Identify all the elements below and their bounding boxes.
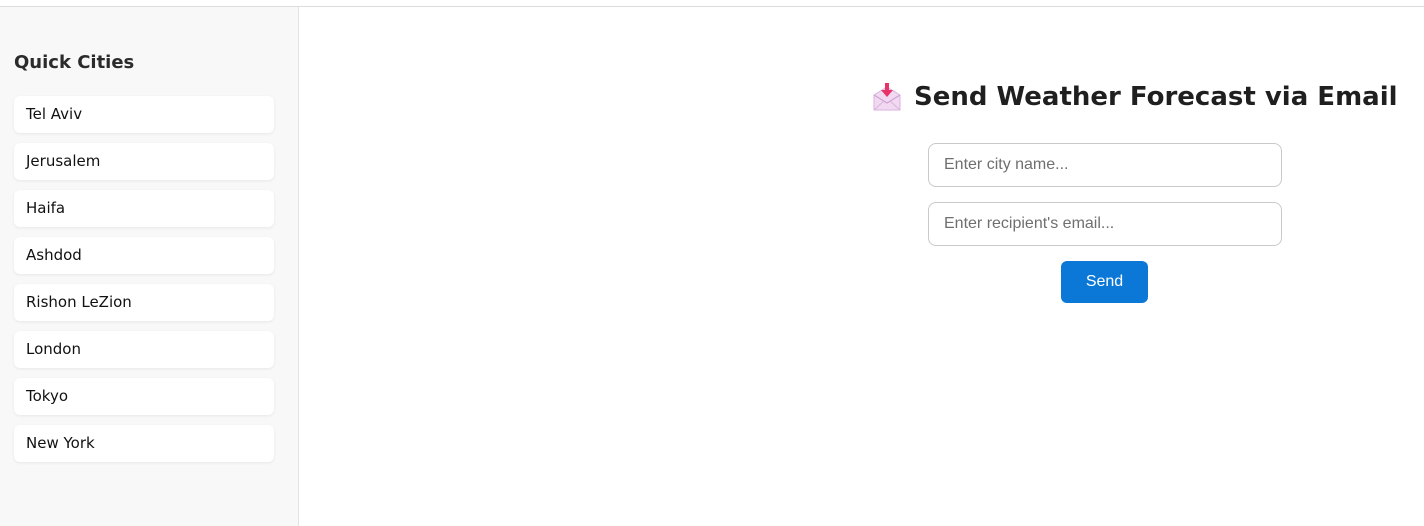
sidebar: Quick Cities Tel Aviv Jerusalem Haifa As… (0, 7, 299, 526)
city-item[interactable]: Ashdod (14, 237, 274, 274)
send-button[interactable]: Send (1061, 261, 1148, 303)
incoming-envelope-icon (872, 82, 902, 112)
city-item[interactable]: Jerusalem (14, 143, 274, 180)
sidebar-title: Quick Cities (14, 52, 135, 73)
city-item[interactable]: New York (14, 425, 274, 462)
city-list: Tel Aviv Jerusalem Haifa Ashdod Rishon L… (14, 96, 274, 472)
city-item[interactable]: Haifa (14, 190, 274, 227)
email-input[interactable] (928, 202, 1282, 246)
main-panel: Send Weather Forecast via Email Send (300, 7, 1424, 526)
city-input[interactable] (928, 143, 1282, 187)
city-item[interactable]: London (14, 331, 274, 368)
page-title: Send Weather Forecast via Email (872, 79, 1398, 115)
heading-text: Send Weather Forecast via Email (914, 82, 1398, 112)
city-item[interactable]: Tokyo (14, 378, 274, 415)
city-item[interactable]: Rishon LeZion (14, 284, 274, 321)
city-item[interactable]: Tel Aviv (14, 96, 274, 133)
